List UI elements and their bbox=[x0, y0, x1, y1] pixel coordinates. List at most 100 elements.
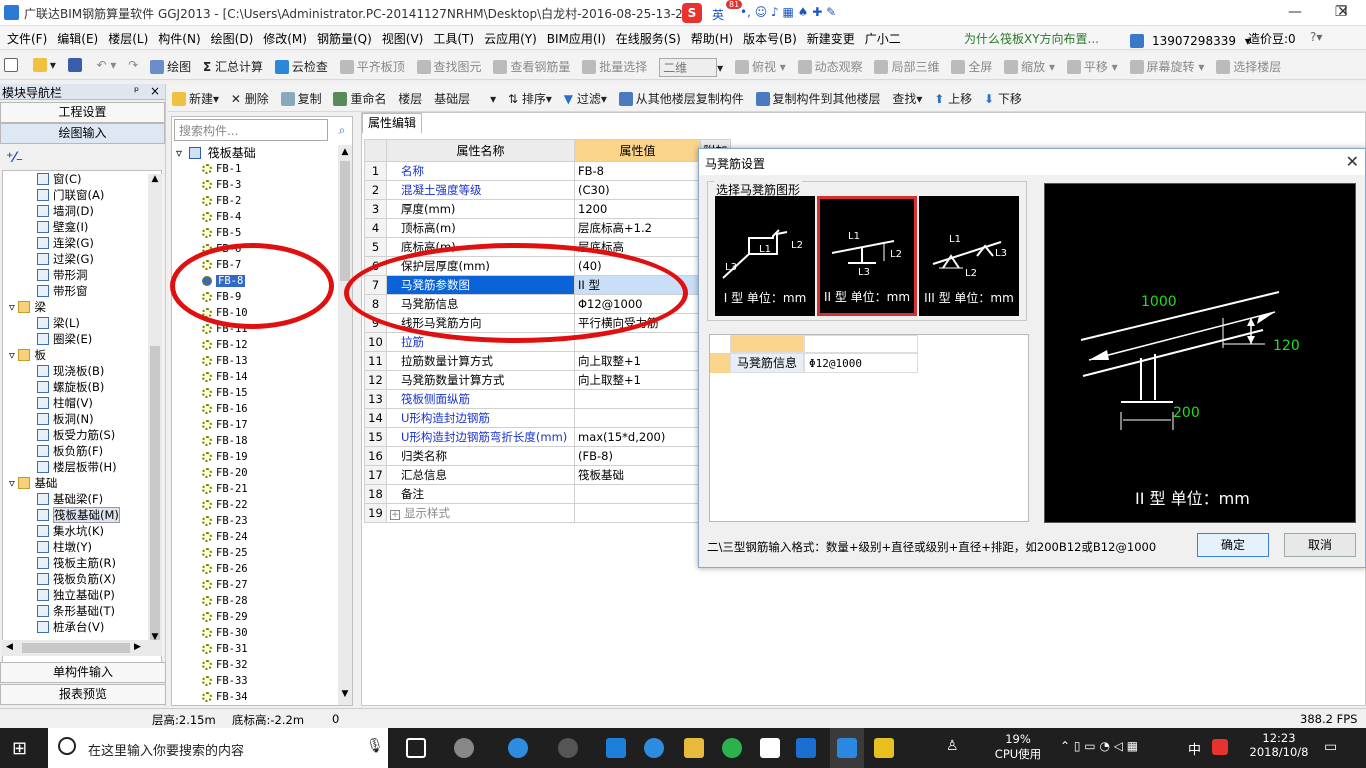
menu-item-7[interactable]: 视图(V) bbox=[377, 26, 429, 51]
sort-button[interactable]: ⇅ 排序▾ bbox=[504, 84, 556, 111]
property-row[interactable]: 13 筏板侧面纵筋 bbox=[364, 389, 731, 409]
nav-tree-item[interactable]: 板负筋(F) bbox=[3, 443, 161, 459]
menu-question-link[interactable]: 为什么筏板XY方向布置... bbox=[964, 30, 1099, 47]
property-row[interactable]: 5 底标高(m) 层底标高 bbox=[364, 237, 731, 257]
property-row[interactable]: 10 拉筋 bbox=[364, 332, 731, 352]
help-icon[interactable]: ?▾ bbox=[1310, 30, 1322, 44]
component-item[interactable]: FB-17 bbox=[172, 417, 336, 433]
nav-tree-item[interactable]: 板洞(N) bbox=[3, 411, 161, 427]
nav-tree-item[interactable]: 连梁(G) bbox=[3, 235, 161, 251]
menu-item-11[interactable]: 在线服务(S) bbox=[611, 26, 686, 51]
property-row[interactable]: 12 马凳筋数量计算方式 向上取整+1 bbox=[364, 370, 731, 390]
task-view-icon[interactable] bbox=[406, 738, 426, 758]
nav-tree-item[interactable]: 窗(C) bbox=[3, 171, 161, 187]
component-item[interactable]: FB-4 bbox=[172, 209, 336, 225]
shape-type-2[interactable]: L1 L2 L3 II 型 单位：mm bbox=[817, 196, 917, 316]
nav-tree-item[interactable]: 筏板主筋(R) bbox=[3, 555, 161, 571]
component-item[interactable]: FB-21 bbox=[172, 481, 336, 497]
shape-type-1[interactable]: L1 L2 L3 I 型 单位：mm bbox=[715, 196, 815, 316]
component-item[interactable]: FB-34 bbox=[172, 689, 336, 705]
local-3d-button[interactable]: 局部三维 bbox=[870, 52, 943, 79]
menu-item-5[interactable]: 修改(M) bbox=[258, 26, 312, 51]
user-phone[interactable]: 13907298339 ▾ bbox=[1130, 30, 1251, 52]
component-root[interactable]: ▿ 筏板基础 bbox=[176, 145, 336, 161]
nav-tree-item[interactable]: 圈梁(E) bbox=[3, 331, 161, 347]
property-value-cell[interactable]: 层底标高+1.2 bbox=[574, 218, 701, 238]
tray-icons[interactable]: ⌃ ▯ ▭ ◔ ◁ ▦ bbox=[1060, 739, 1138, 753]
nav-tree-item[interactable]: ▿ 基础 bbox=[3, 475, 161, 491]
component-item[interactable]: FB-31 bbox=[172, 641, 336, 657]
nav-tree-item[interactable]: 基础梁(F) bbox=[3, 491, 161, 507]
glodon-g-icon[interactable] bbox=[796, 738, 816, 758]
nav-tree-item[interactable]: 壁龛(I) bbox=[3, 219, 161, 235]
component-item[interactable]: FB-8 bbox=[172, 273, 336, 289]
property-value-cell[interactable] bbox=[574, 332, 701, 352]
undo-icon[interactable]: ↶ ▾ bbox=[93, 52, 121, 78]
component-item[interactable]: FB-25 bbox=[172, 545, 336, 561]
property-value-cell[interactable]: Φ12@1000 bbox=[574, 294, 701, 314]
taskbar-search-box[interactable]: 在这里输入你要搜索的内容 🎙 bbox=[48, 728, 388, 768]
component-item[interactable]: FB-12 bbox=[172, 337, 336, 353]
menu-item-9[interactable]: 云应用(Y) bbox=[479, 26, 542, 51]
people-icon[interactable]: ♙ bbox=[946, 738, 959, 754]
flush-top-button[interactable]: 平齐板顶 bbox=[336, 52, 409, 79]
component-item[interactable]: FB-10 bbox=[172, 305, 336, 321]
property-value-cell[interactable]: 向上取整+1 bbox=[574, 351, 701, 371]
menu-item-4[interactable]: 绘图(D) bbox=[206, 26, 259, 51]
property-value-cell[interactable] bbox=[574, 503, 701, 523]
property-row[interactable]: 15 U形构造封边钢筋弯折长度(mm) max(15*d,200) bbox=[364, 427, 731, 447]
pin-icon[interactable]: ᵖ bbox=[134, 84, 139, 98]
component-item[interactable]: FB-23 bbox=[172, 513, 336, 529]
comp-scroll-down-icon[interactable]: ▼ bbox=[338, 689, 352, 699]
property-value-cell[interactable] bbox=[574, 484, 701, 504]
save-icon[interactable] bbox=[64, 52, 89, 78]
sum-button[interactable]: Σ 汇总计算 bbox=[199, 52, 267, 79]
nav-tree-item[interactable]: 梁(L) bbox=[3, 315, 161, 331]
panel-close-icon[interactable]: × bbox=[150, 84, 160, 98]
nav-tree-item[interactable]: 带形窗 bbox=[3, 283, 161, 299]
component-search-input[interactable]: 搜索构件... bbox=[174, 119, 328, 141]
view-rebar-button[interactable]: 查看钢筋量 bbox=[489, 52, 574, 79]
menu-item-1[interactable]: 编辑(E) bbox=[52, 26, 103, 51]
component-item[interactable]: FB-22 bbox=[172, 497, 336, 513]
close-button[interactable]: ✕ bbox=[1320, 0, 1366, 26]
filter-button[interactable]: ▼ 过滤▾ bbox=[560, 84, 611, 111]
menu-item-0[interactable]: 文件(F) bbox=[2, 26, 52, 51]
hscroll-thumb[interactable] bbox=[22, 643, 130, 653]
nav-tree-item[interactable]: 过梁(G) bbox=[3, 251, 161, 267]
clock[interactable]: 12:23 2018/10/8 bbox=[1244, 731, 1314, 759]
search-icon[interactable]: ⌕ bbox=[332, 119, 352, 141]
select-floor-button[interactable]: 选择楼层 bbox=[1212, 52, 1285, 79]
grid-row-value[interactable]: Φ12@1000 bbox=[804, 353, 918, 373]
ime-toolbar-icons[interactable]: •, ☺ ♪ ▦ ♠ ✚ ✎ bbox=[740, 5, 860, 21]
component-item[interactable]: FB-32 bbox=[172, 657, 336, 673]
project-settings-button[interactable]: 工程设置 bbox=[0, 102, 165, 123]
nav-tree-item[interactable]: 现浇板(B) bbox=[3, 363, 161, 379]
property-row[interactable]: 7 马凳筋参数图 II 型 bbox=[364, 275, 731, 295]
component-item[interactable]: FB-20 bbox=[172, 465, 336, 481]
component-item[interactable]: FB-13 bbox=[172, 353, 336, 369]
menu-item-14[interactable]: 新建变更 bbox=[802, 26, 860, 51]
zoom-button[interactable]: 缩放 ▾ bbox=[1000, 52, 1059, 79]
property-value-cell[interactable]: II 型 bbox=[574, 275, 701, 295]
group-collapse-icon[interactable]: ▿ bbox=[9, 476, 18, 490]
move-down-button[interactable]: ⬇ 下移 bbox=[980, 84, 1026, 111]
drawing-input-button[interactable]: 绘图输入 bbox=[0, 123, 165, 144]
menu-item-3[interactable]: 构件(N) bbox=[153, 26, 205, 51]
menu-item-13[interactable]: 版本号(B) bbox=[738, 26, 802, 51]
ime-mode-label[interactable]: 英 bbox=[712, 6, 724, 23]
property-row[interactable]: 14 U形构造封边钢筋 bbox=[364, 408, 731, 428]
property-value-cell[interactable]: 1200 bbox=[574, 199, 701, 219]
scroll-thumb[interactable] bbox=[150, 346, 160, 646]
dialog-close-button[interactable]: ✕ bbox=[1346, 152, 1359, 171]
scroll-right-icon[interactable]: ▶ bbox=[134, 642, 141, 652]
nav-tree-item[interactable]: 集水坑(K) bbox=[3, 523, 161, 539]
property-value-cell[interactable]: 向上取整+1 bbox=[574, 370, 701, 390]
nav-tree-item[interactable]: 柱墩(Y) bbox=[3, 539, 161, 555]
nav-tree-item[interactable]: 螺旋板(B) bbox=[3, 379, 161, 395]
nav-tree-item[interactable]: 楼层板带(H) bbox=[3, 459, 161, 475]
component-item[interactable]: FB-11 bbox=[172, 321, 336, 337]
copy-button[interactable]: 复制 bbox=[277, 84, 326, 111]
property-row[interactable]: 1 名称 FB-8 bbox=[364, 161, 731, 181]
group-collapse-icon[interactable]: ▿ bbox=[9, 348, 18, 362]
